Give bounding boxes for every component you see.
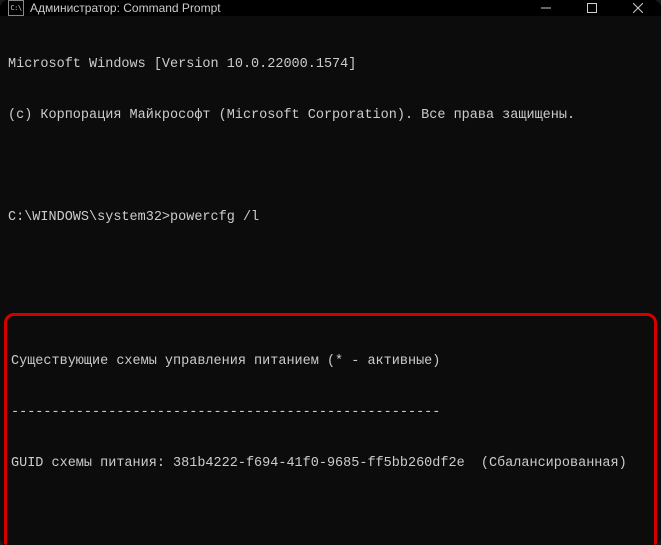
output-separator: ----------------------------------------…: [11, 404, 650, 421]
power-scheme-line: GUID схемы питания: 381b4222-f694-41f0-9…: [11, 455, 650, 472]
output-heading: Существующие схемы управления питанием (…: [11, 353, 650, 370]
app-icon: C:\: [8, 0, 24, 16]
maximize-button[interactable]: [569, 0, 615, 16]
minimize-button[interactable]: [523, 0, 569, 16]
window-controls: [523, 0, 661, 16]
prompt-line-1: C:\WINDOWS\system32>powercfg /l: [8, 209, 653, 226]
terminal-area[interactable]: Microsoft Windows [Version 10.0.22000.15…: [0, 16, 661, 545]
prompt-path: C:\WINDOWS\system32>: [8, 210, 170, 225]
version-line: Microsoft Windows [Version 10.0.22000.15…: [8, 56, 653, 73]
maximize-icon: [587, 3, 597, 13]
command-prompt-window: C:\ Администратор: Command Prompt Micros…: [0, 0, 661, 545]
output-highlight: Существующие схемы управления питанием (…: [4, 313, 657, 545]
close-icon: [633, 3, 643, 13]
window-title: Администратор: Command Prompt: [30, 1, 221, 15]
minimize-icon: [541, 3, 551, 13]
titlebar[interactable]: C:\ Администратор: Command Prompt: [0, 0, 661, 16]
close-button[interactable]: [615, 0, 661, 16]
copyright-line: (c) Корпорация Майкрософт (Microsoft Cor…: [8, 107, 653, 124]
prompt-command: powercfg /l: [170, 210, 259, 225]
